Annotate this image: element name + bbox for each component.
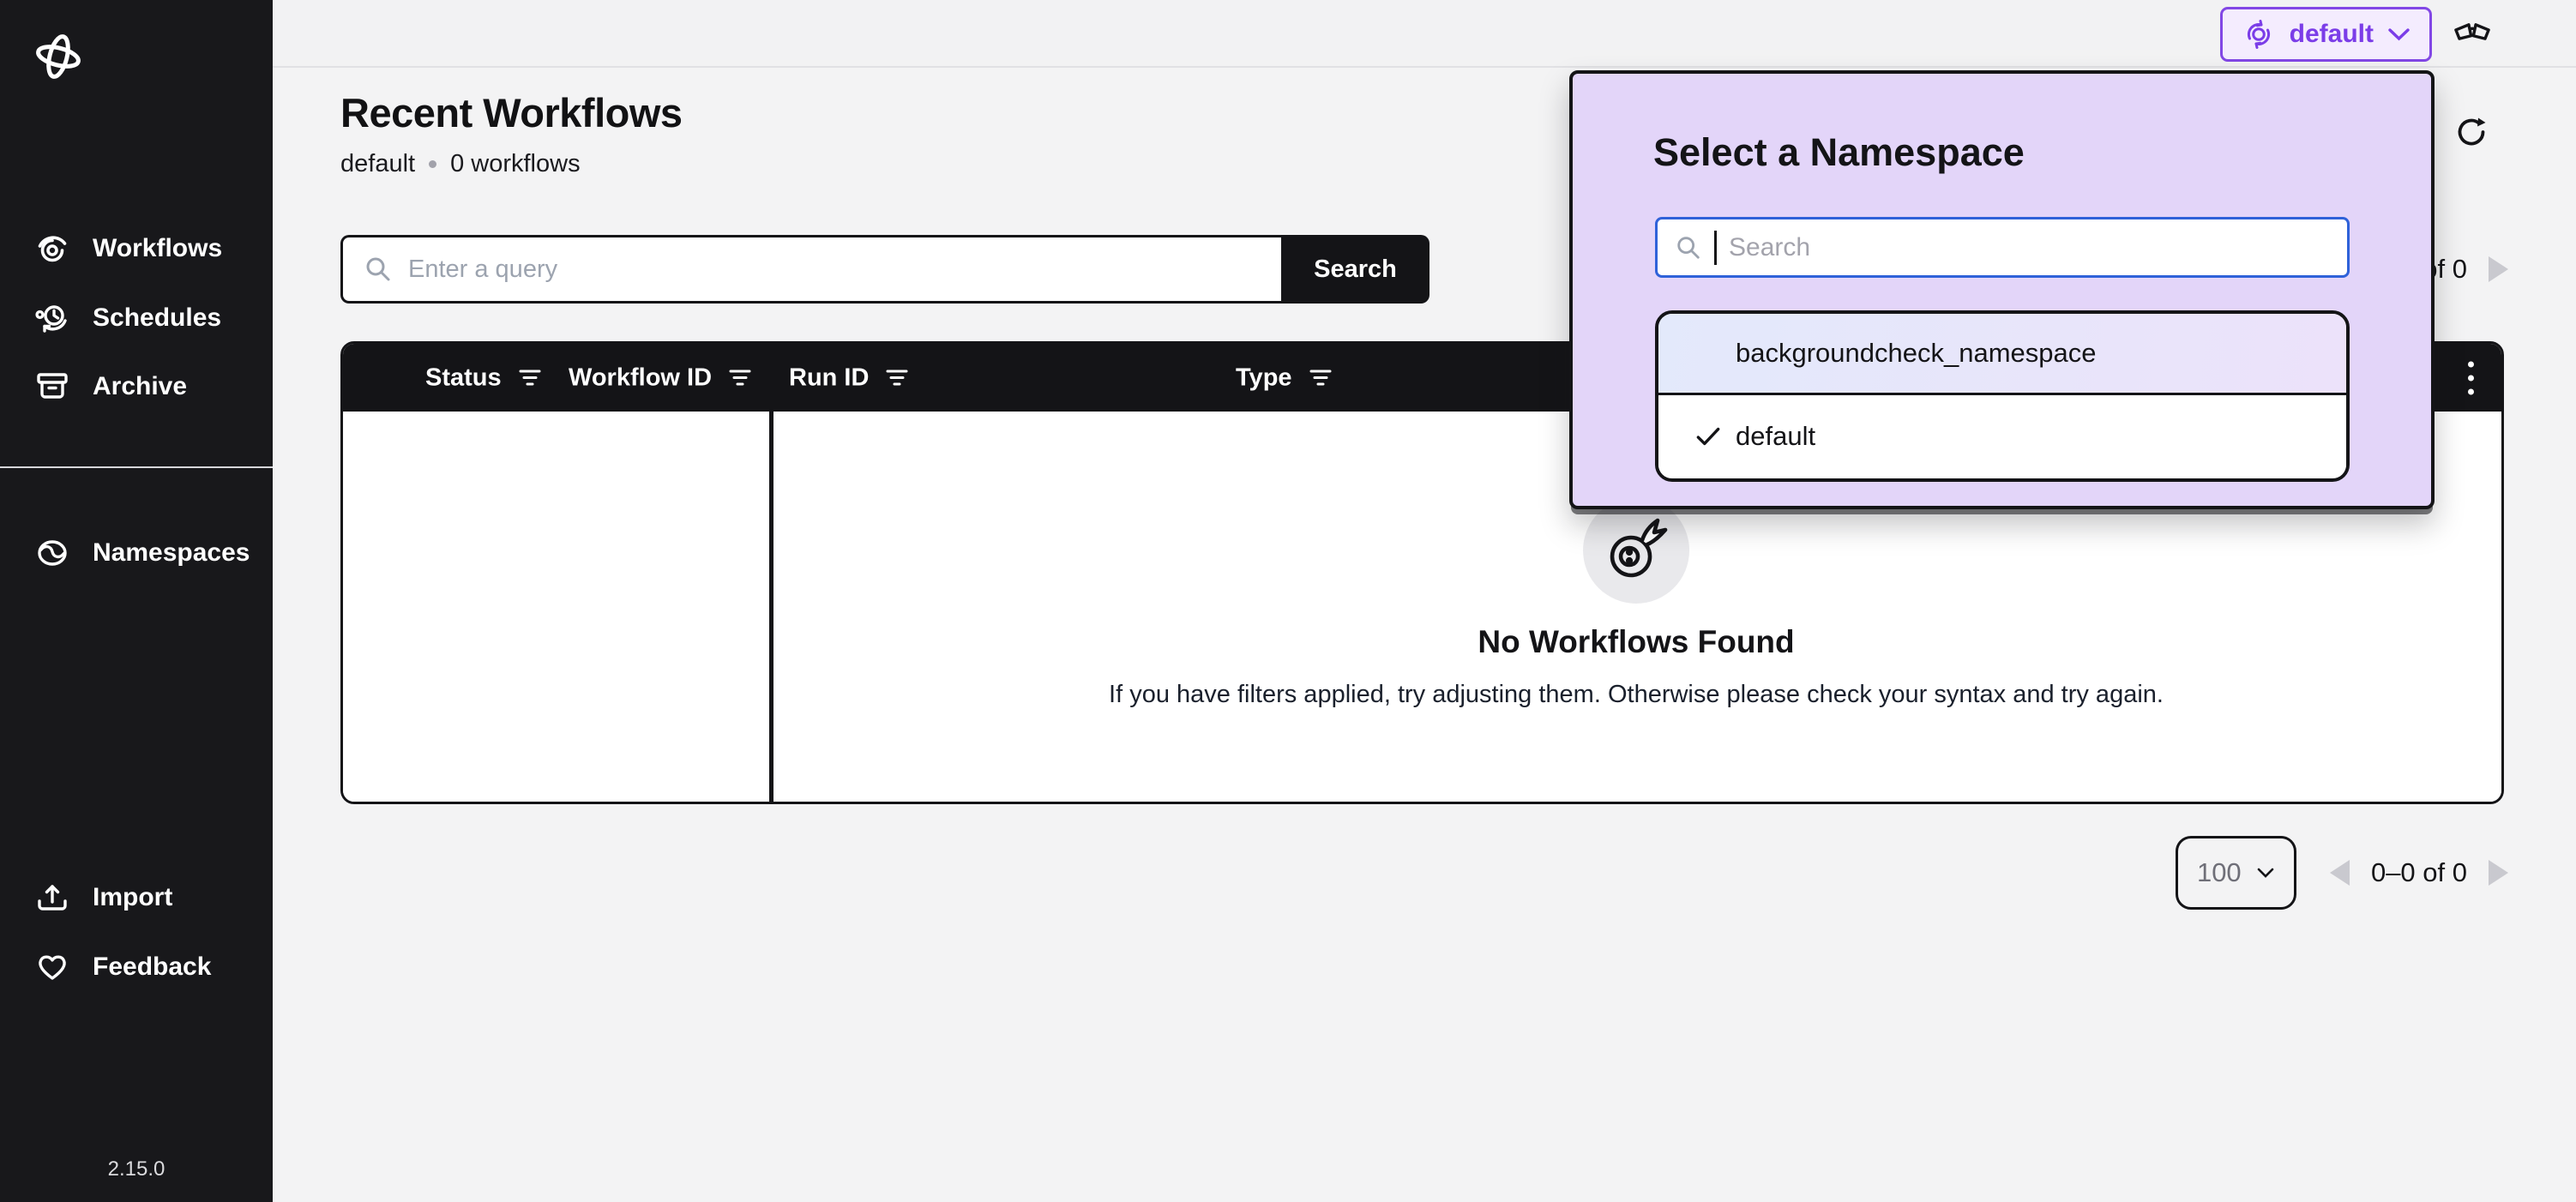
labs-mode-glasses-icon[interactable] [2453, 21, 2492, 51]
heart-icon [33, 947, 72, 987]
column-header-workflow-id: Workflow ID [569, 364, 753, 392]
filter-icon[interactable] [727, 368, 753, 388]
empty-state-title: No Workflows Found [1478, 624, 1794, 660]
workflow-search-row: Search [340, 235, 1429, 304]
filter-icon[interactable] [884, 368, 910, 388]
schedules-icon [33, 298, 72, 338]
archive-icon [33, 367, 72, 406]
pagination-bottom: 100 0–0 of 0 [2176, 836, 2508, 910]
column-label: Status [425, 364, 502, 392]
check-icon [1693, 421, 1724, 452]
query-input[interactable] [408, 255, 1261, 284]
namespace-switcher-button[interactable]: default [2220, 7, 2432, 62]
namespace-option-default[interactable]: default [1658, 395, 2346, 477]
sidebar-item-label: Feedback [93, 953, 211, 982]
chevron-down-icon [2256, 867, 2275, 879]
sidebar-item-label: Schedules [93, 304, 221, 333]
page-size-select[interactable]: 100 [2176, 836, 2296, 910]
modal-title: Select a Namespace [1653, 130, 2025, 175]
subtitle-namespace: default [340, 150, 415, 178]
text-cursor [1714, 231, 1717, 265]
sidebar: Workflows Schedules Archive [0, 0, 273, 1202]
filter-icon[interactable] [517, 368, 543, 388]
sidebar-item-feedback[interactable]: Feedback [0, 934, 273, 1001]
sidebar-item-archive[interactable]: Archive [0, 353, 273, 420]
sidebar-item-import[interactable]: Import [0, 864, 273, 931]
namespace-switcher-icon [2242, 17, 2276, 51]
sidebar-item-label: Workflows [93, 234, 222, 263]
sidebar-item-label: Namespaces [93, 538, 250, 568]
namespace-switcher-label: default [2290, 20, 2374, 49]
import-icon [33, 878, 72, 917]
temporal-logo-icon[interactable] [31, 29, 86, 88]
namespace-select-modal: Select a Namespace backgroundcheck_names… [1569, 70, 2435, 509]
namespace-option-label: backgroundcheck_namespace [1736, 338, 2097, 369]
column-label: Type [1236, 364, 1292, 392]
column-label: Run ID [789, 364, 869, 392]
sidebar-item-namespaces[interactable]: Namespaces [0, 520, 273, 586]
search-icon [1675, 234, 1702, 261]
column-header-status: Status [425, 364, 543, 392]
empty-state-badge [1583, 497, 1689, 604]
sidebar-divider [0, 466, 273, 468]
sidebar-item-label: Archive [93, 372, 187, 401]
namespace-option-label: default [1736, 421, 1815, 452]
empty-state-message: If you have filters applied, try adjusti… [1109, 681, 2164, 709]
namespaces-icon [33, 533, 72, 573]
chevron-down-icon [2387, 27, 2410, 42]
sidebar-item-schedules[interactable]: Schedules [0, 285, 273, 352]
column-label: Workflow ID [569, 364, 712, 392]
column-divider [769, 344, 773, 802]
subtitle-workflow-count: 0 workflows [450, 150, 581, 178]
namespace-search-input[interactable] [1729, 233, 2330, 262]
sidebar-item-label: Import [93, 883, 172, 912]
empty-state: No Workflows Found If you have filters a… [1109, 497, 2164, 709]
search-icon [364, 255, 393, 284]
page-range-label: 0–0 of 0 [2371, 857, 2467, 888]
temporal-web-ui: Workflows Schedules Archive [0, 0, 2576, 1202]
namespace-options-list: backgroundcheck_namespace default [1655, 310, 2350, 482]
app-version: 2.15.0 [0, 1157, 273, 1181]
search-button[interactable]: Search [1281, 235, 1429, 304]
refresh-button[interactable] [2452, 112, 2491, 156]
namespace-search-wrap [1655, 217, 2350, 278]
next-page-icon[interactable] [2489, 860, 2508, 886]
namespace-option-backgroundcheck[interactable]: backgroundcheck_namespace [1658, 314, 2346, 395]
page-subtitle: default 0 workflows [340, 150, 683, 178]
previous-page-icon[interactable] [2330, 860, 2350, 886]
sidebar-item-workflows[interactable]: Workflows [0, 215, 273, 282]
page-size-value: 100 [2197, 857, 2242, 888]
filter-icon[interactable] [1308, 368, 1333, 388]
page-title: Recent Workflows [340, 89, 683, 136]
comet-icon [1602, 516, 1670, 585]
table-options-menu-icon[interactable] [2463, 356, 2479, 400]
column-header-type: Type [1236, 364, 1333, 392]
workflows-icon [33, 229, 72, 268]
bullet-separator [429, 160, 436, 168]
column-header-run-id: Run ID [789, 364, 910, 392]
page-head: Recent Workflows default 0 workflows [340, 89, 683, 178]
query-input-wrap [340, 235, 1281, 304]
next-page-icon[interactable] [2489, 256, 2508, 282]
